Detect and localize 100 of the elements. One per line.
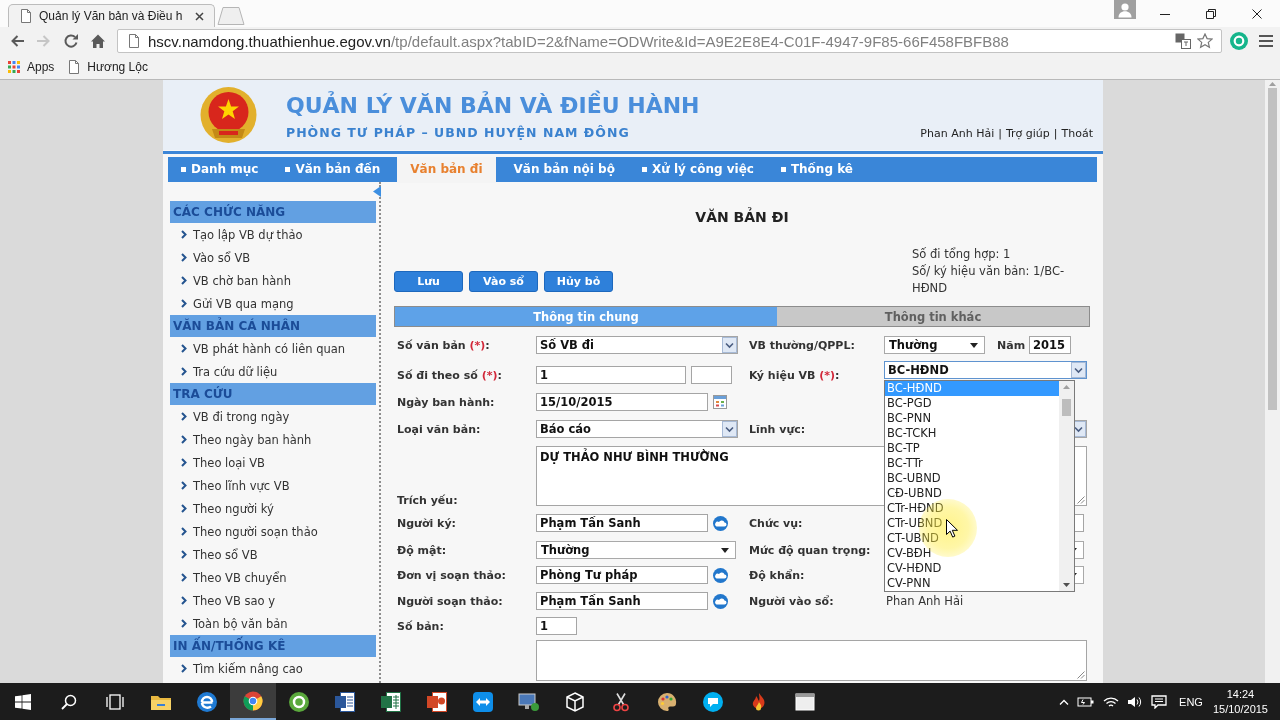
menu-icon[interactable] [1259, 34, 1273, 48]
star-icon[interactable] [1197, 33, 1213, 49]
form-tab[interactable]: Thông tin khác [777, 307, 1089, 326]
bullet-icon [285, 167, 291, 172]
select-field[interactable]: BC-HĐND [884, 361, 1087, 379]
input-field[interactable]: Phạm Tấn Sanh [536, 592, 708, 610]
sidebar-link[interactable]: VB chờ ban hành [170, 269, 376, 292]
select-field[interactable]: Thường [884, 336, 985, 354]
taskbar-button[interactable] [230, 683, 276, 720]
scrollbar-thumb[interactable] [1268, 88, 1277, 410]
chevron-up-icon[interactable] [1059, 698, 1070, 705]
cloud-icon[interactable] [713, 567, 728, 583]
select-field[interactable]: Báo cáo [536, 420, 738, 438]
person-icon[interactable] [1114, 0, 1136, 19]
notification-icon[interactable] [1151, 694, 1168, 709]
action-button[interactable]: Vào sổ [469, 271, 538, 292]
ring-icon[interactable] [1230, 32, 1248, 50]
restore-icon[interactable] [1206, 9, 1216, 19]
select-field[interactable]: Số VB đi [536, 336, 738, 354]
header-link[interactable]: Thoát [1061, 127, 1093, 141]
sidebar-link[interactable]: Theo ngày ban hành [170, 428, 376, 451]
input-field[interactable]: Phạm Tấn Sanh [536, 514, 708, 532]
dropdown-option[interactable]: CTr-UBND [885, 516, 1059, 531]
bookmark-link[interactable]: Hương Lộc [68, 60, 148, 74]
action-button[interactable]: Hủy bỏ [544, 271, 613, 292]
sidebar-link[interactable]: Theo VB chuyển [170, 566, 376, 589]
chevron-icon [181, 550, 187, 559]
browser-tab[interactable]: Quản lý Văn bản và Điều h [8, 4, 216, 27]
bullet-icon [181, 167, 186, 172]
field-label: Độ mật: [396, 543, 447, 557]
sidebar-link[interactable]: Theo sổ VB [170, 543, 376, 566]
section-header: VĂN BẢN CÁ NHÂN [170, 315, 376, 337]
clock-date[interactable]: 15/10/2015 [1212, 701, 1268, 717]
input-field[interactable]: 1 [536, 617, 577, 635]
calendar-icon[interactable] [713, 395, 727, 409]
sidebar-link[interactable]: Tìm kiếm nâng cao [170, 657, 376, 680]
dropdown-option[interactable]: CV-BĐH [885, 546, 1059, 561]
nav-tab[interactable]: Thống kê [785, 157, 870, 182]
resize-grip-icon[interactable] [1076, 495, 1085, 504]
clock-time[interactable]: 14:24 [1226, 686, 1255, 702]
sidebar-link[interactable]: Tạo lập VB dự thảo [170, 223, 376, 246]
dropdown-option[interactable]: CĐ-UBND [885, 486, 1059, 501]
nav-tab[interactable]: Danh mục [186, 157, 276, 182]
dropdown-option[interactable]: BC-TCKH [885, 426, 1059, 441]
translate-icon[interactable] [1175, 33, 1191, 49]
language-indicator[interactable]: ENG [1179, 695, 1203, 708]
field-label: Độ khẩn: [748, 568, 805, 582]
dropdown-option[interactable]: CV-PNN [885, 576, 1059, 591]
sidebar-link[interactable]: Theo lĩnh vực VB [170, 474, 376, 497]
select-field[interactable]: Thường [536, 541, 736, 559]
caret-icon[interactable] [970, 342, 978, 348]
sidebar-link[interactable]: Tra cứu dữ liệu [170, 360, 376, 383]
wifi-icon[interactable] [1103, 695, 1120, 708]
sidebar-link[interactable]: Vào sổ VB [170, 246, 376, 269]
link-separator: | [998, 127, 1002, 141]
scrollbar-thumb[interactable] [1062, 399, 1071, 416]
dropdown-option[interactable]: CV-HĐND [885, 561, 1059, 576]
reload-icon[interactable] [63, 33, 79, 49]
close-icon[interactable] [1252, 9, 1262, 19]
home-icon[interactable] [90, 33, 106, 49]
sidebar-link[interactable]: Theo người ký [170, 497, 376, 520]
date-field[interactable]: 15/10/2015 [536, 393, 708, 411]
back-icon[interactable] [9, 33, 25, 49]
input-field[interactable] [691, 366, 732, 384]
cloud-icon[interactable] [713, 593, 728, 609]
dropdown-option[interactable]: CT-UBND [885, 531, 1059, 546]
resize-grip-icon[interactable] [1076, 670, 1085, 679]
field-label: Số đi theo số (*): [396, 368, 502, 382]
sidebar-link[interactable]: Theo loại VB [170, 451, 376, 474]
sidebar-link[interactable]: VB đi trong ngày [170, 405, 376, 428]
sidebar-link[interactable]: Toàn bộ văn bản [170, 612, 376, 635]
header-link[interactable]: Phan Anh Hải [920, 127, 995, 141]
scroll-down-arrow-icon[interactable] [1063, 583, 1070, 587]
chevron-icon [181, 344, 187, 353]
bookmark-link[interactable]: Apps [8, 60, 55, 74]
nav-tab[interactable]: Xử lý công việc [646, 157, 771, 182]
input-field[interactable]: 2015 [1029, 336, 1072, 354]
cloud-icon[interactable] [713, 515, 728, 531]
action-button[interactable]: Lưu [394, 271, 463, 292]
input-field[interactable]: Phòng Tư pháp [536, 566, 708, 584]
sidebar-link[interactable]: Theo người soạn thảo [170, 520, 376, 543]
caret-icon[interactable] [721, 547, 729, 553]
chevron-icon [181, 230, 187, 239]
sidebar-link[interactable]: Gửi VB qua mạng [170, 292, 376, 315]
dropdown-option[interactable]: BC-PNN [885, 411, 1059, 426]
dropdown-option[interactable]: BC-PGD [885, 396, 1059, 411]
dropdown-option[interactable]: BC-TTr [885, 456, 1059, 471]
collapse-arrow-icon[interactable] [373, 186, 381, 197]
battery-icon[interactable] [1077, 695, 1096, 708]
close-icon[interactable] [195, 11, 205, 21]
sidebar-link[interactable]: VB phát hành có liên quan [170, 337, 376, 360]
dropdown-option[interactable]: BC-UBND [885, 471, 1059, 486]
nav-tab[interactable]: Văn bản nội bộ [495, 157, 632, 182]
nav-tab[interactable]: Văn bản đến [290, 157, 398, 182]
address-bar[interactable]: hscv.namdong.thuathienhue.egov.vn/tp/default.aspx?tabID=2&fName=ODWrite&Id=A9E2E8E4-C01F-4947-9F85-66F458FBFB88 [117, 29, 1222, 53]
header-link[interactable]: Trợ giúp [1005, 127, 1050, 141]
volume-icon[interactable] [1127, 695, 1144, 708]
field-label: Trích yếu: [396, 494, 458, 508]
sidebar-link[interactable]: Theo VB sao y [170, 589, 376, 612]
input-field[interactable]: 1 [536, 366, 686, 384]
